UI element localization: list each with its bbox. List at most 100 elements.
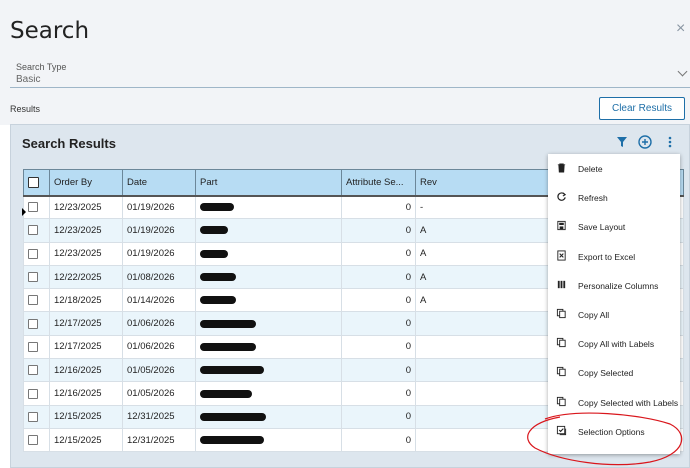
order-by-cell: 12/23/2025 [49, 218, 123, 243]
row-checkbox-cell[interactable] [23, 334, 50, 360]
order-by-cell: 12/15/2025 [49, 404, 123, 429]
date-cell: 01/06/2026 [122, 311, 196, 336]
filter-icon[interactable] [614, 134, 630, 150]
date-cell: 01/19/2026 [122, 194, 196, 220]
date-cell: 01/14/2026 [122, 288, 196, 313]
date-cell: 01/05/2026 [122, 358, 196, 383]
part-cell [195, 381, 342, 406]
attribute-set-cell: 0 [341, 404, 416, 429]
redaction-mark [200, 412, 266, 421]
row-checkbox-cell[interactable] [23, 241, 50, 266]
row-checkbox-cell[interactable] [23, 358, 50, 383]
row-checkbox[interactable] [28, 202, 38, 213]
menu-item-delete[interactable]: Delete [548, 154, 680, 183]
menu-item-label: Copy Selected [578, 368, 634, 379]
menu-item-copy-selected[interactable]: Copy Selected [548, 358, 680, 387]
order-by-cell: 12/16/2025 [49, 358, 123, 383]
menu-item-label: Personalize Columns [578, 280, 659, 291]
order-by-cell: 12/18/2025 [49, 288, 123, 313]
row-checkbox-cell[interactable] [23, 381, 50, 406]
row-checkbox[interactable] [28, 341, 38, 352]
date-cell: 01/06/2026 [122, 334, 196, 360]
attribute-set-cell: 0 [341, 381, 416, 406]
menu-item-save-layout[interactable]: Save Layout [548, 212, 680, 241]
redaction-mark [200, 319, 256, 328]
row-checkbox[interactable] [28, 248, 38, 259]
copy-icon [556, 338, 566, 348]
date-cell: 01/19/2026 [122, 218, 196, 243]
row-checkbox[interactable] [28, 318, 38, 329]
menu-item-label: Export to Excel [578, 251, 636, 262]
redaction-mark [200, 366, 264, 375]
attribute-set-cell: 0 [341, 334, 416, 360]
row-checkbox[interactable] [28, 435, 38, 446]
part-cell [195, 264, 342, 290]
clear-results-button[interactable]: Clear Results [599, 97, 685, 120]
attribute-set-cell: 0 [341, 264, 416, 290]
redaction-mark [200, 436, 264, 445]
column-header[interactable]: Part [195, 169, 342, 196]
row-checkbox-cell[interactable] [23, 427, 50, 453]
menu-item-label: Refresh [578, 193, 608, 204]
row-checkbox[interactable] [28, 411, 38, 422]
column-header[interactable]: Order By [49, 169, 123, 196]
trash-icon [557, 163, 566, 173]
close-icon[interactable]: × [676, 20, 690, 38]
row-checkbox[interactable] [28, 272, 38, 283]
row-checkbox-cell[interactable] [23, 288, 50, 313]
menu-item-selection-options[interactable]: Selection Options [548, 417, 680, 446]
column-header[interactable]: Date [122, 169, 196, 196]
part-cell [195, 404, 342, 429]
date-cell: 01/05/2026 [122, 381, 196, 406]
menu-item-label: Copy All with Labels [578, 339, 655, 350]
search-type-label: Search Type [16, 62, 67, 72]
menu-item-export-to-excel[interactable]: Export to Excel [548, 242, 680, 271]
order-by-cell: 12/17/2025 [49, 311, 123, 336]
order-by-cell: 12/17/2025 [49, 334, 123, 360]
part-cell [195, 241, 342, 266]
order-by-cell: 12/23/2025 [49, 194, 123, 220]
redaction-mark [200, 296, 236, 305]
refresh-icon [557, 192, 567, 202]
attribute-set-cell: 0 [341, 427, 416, 453]
search-type-value: Basic [16, 74, 41, 85]
date-cell: 01/08/2026 [122, 264, 196, 290]
row-checkbox-cell[interactable] [23, 311, 50, 336]
attribute-set-cell: 0 [341, 311, 416, 336]
row-checkbox[interactable] [28, 388, 38, 399]
more-vertical-icon[interactable] [662, 134, 678, 150]
context-menu: Delete Refresh Save Layout Export to Excel P… [548, 154, 680, 454]
attribute-set-cell: 0 [341, 241, 416, 266]
chevron-down-icon[interactable] [677, 66, 688, 77]
attribute-set-cell: 0 [341, 288, 416, 313]
menu-item-copy-all[interactable]: Copy All [548, 300, 680, 329]
row-checkbox-cell[interactable] [23, 404, 50, 429]
menu-item-personalize-columns[interactable]: Personalize Columns [548, 271, 680, 300]
add-circle-icon[interactable] [637, 134, 653, 150]
order-by-cell: 12/23/2025 [49, 241, 123, 266]
date-cell: 12/31/2025 [122, 404, 196, 429]
attribute-set-cell: 0 [341, 194, 416, 220]
checkbox-icon[interactable] [28, 176, 39, 188]
row-checkbox[interactable] [28, 225, 38, 236]
copy-icon [556, 396, 566, 406]
menu-item-copy-selected-with-labels[interactable]: Copy Selected with Labels [548, 388, 680, 417]
attribute-set-cell: 0 [341, 218, 416, 243]
copy-icon [556, 367, 566, 377]
redaction-mark [200, 249, 228, 258]
redaction-mark [200, 273, 236, 282]
search-type-select[interactable]: Search Type Basic [10, 62, 690, 88]
row-checkbox[interactable] [28, 295, 38, 306]
menu-item-label: Selection Options [578, 426, 645, 437]
row-checkbox-cell[interactable] [23, 218, 50, 243]
select-all-checkbox[interactable] [23, 169, 50, 196]
save-layout-icon [557, 221, 566, 231]
menu-item-label: Copy Selected with Labels [578, 397, 679, 408]
order-by-cell: 12/15/2025 [49, 427, 123, 453]
row-checkbox-cell[interactable] [23, 264, 50, 290]
column-header[interactable]: Attribute Se... [341, 169, 416, 196]
row-checkbox[interactable] [28, 365, 38, 376]
menu-item-refresh[interactable]: Refresh [548, 183, 680, 212]
menu-item-copy-all-with-labels[interactable]: Copy All with Labels [548, 329, 680, 358]
row-checkbox-cell[interactable] [23, 194, 50, 220]
